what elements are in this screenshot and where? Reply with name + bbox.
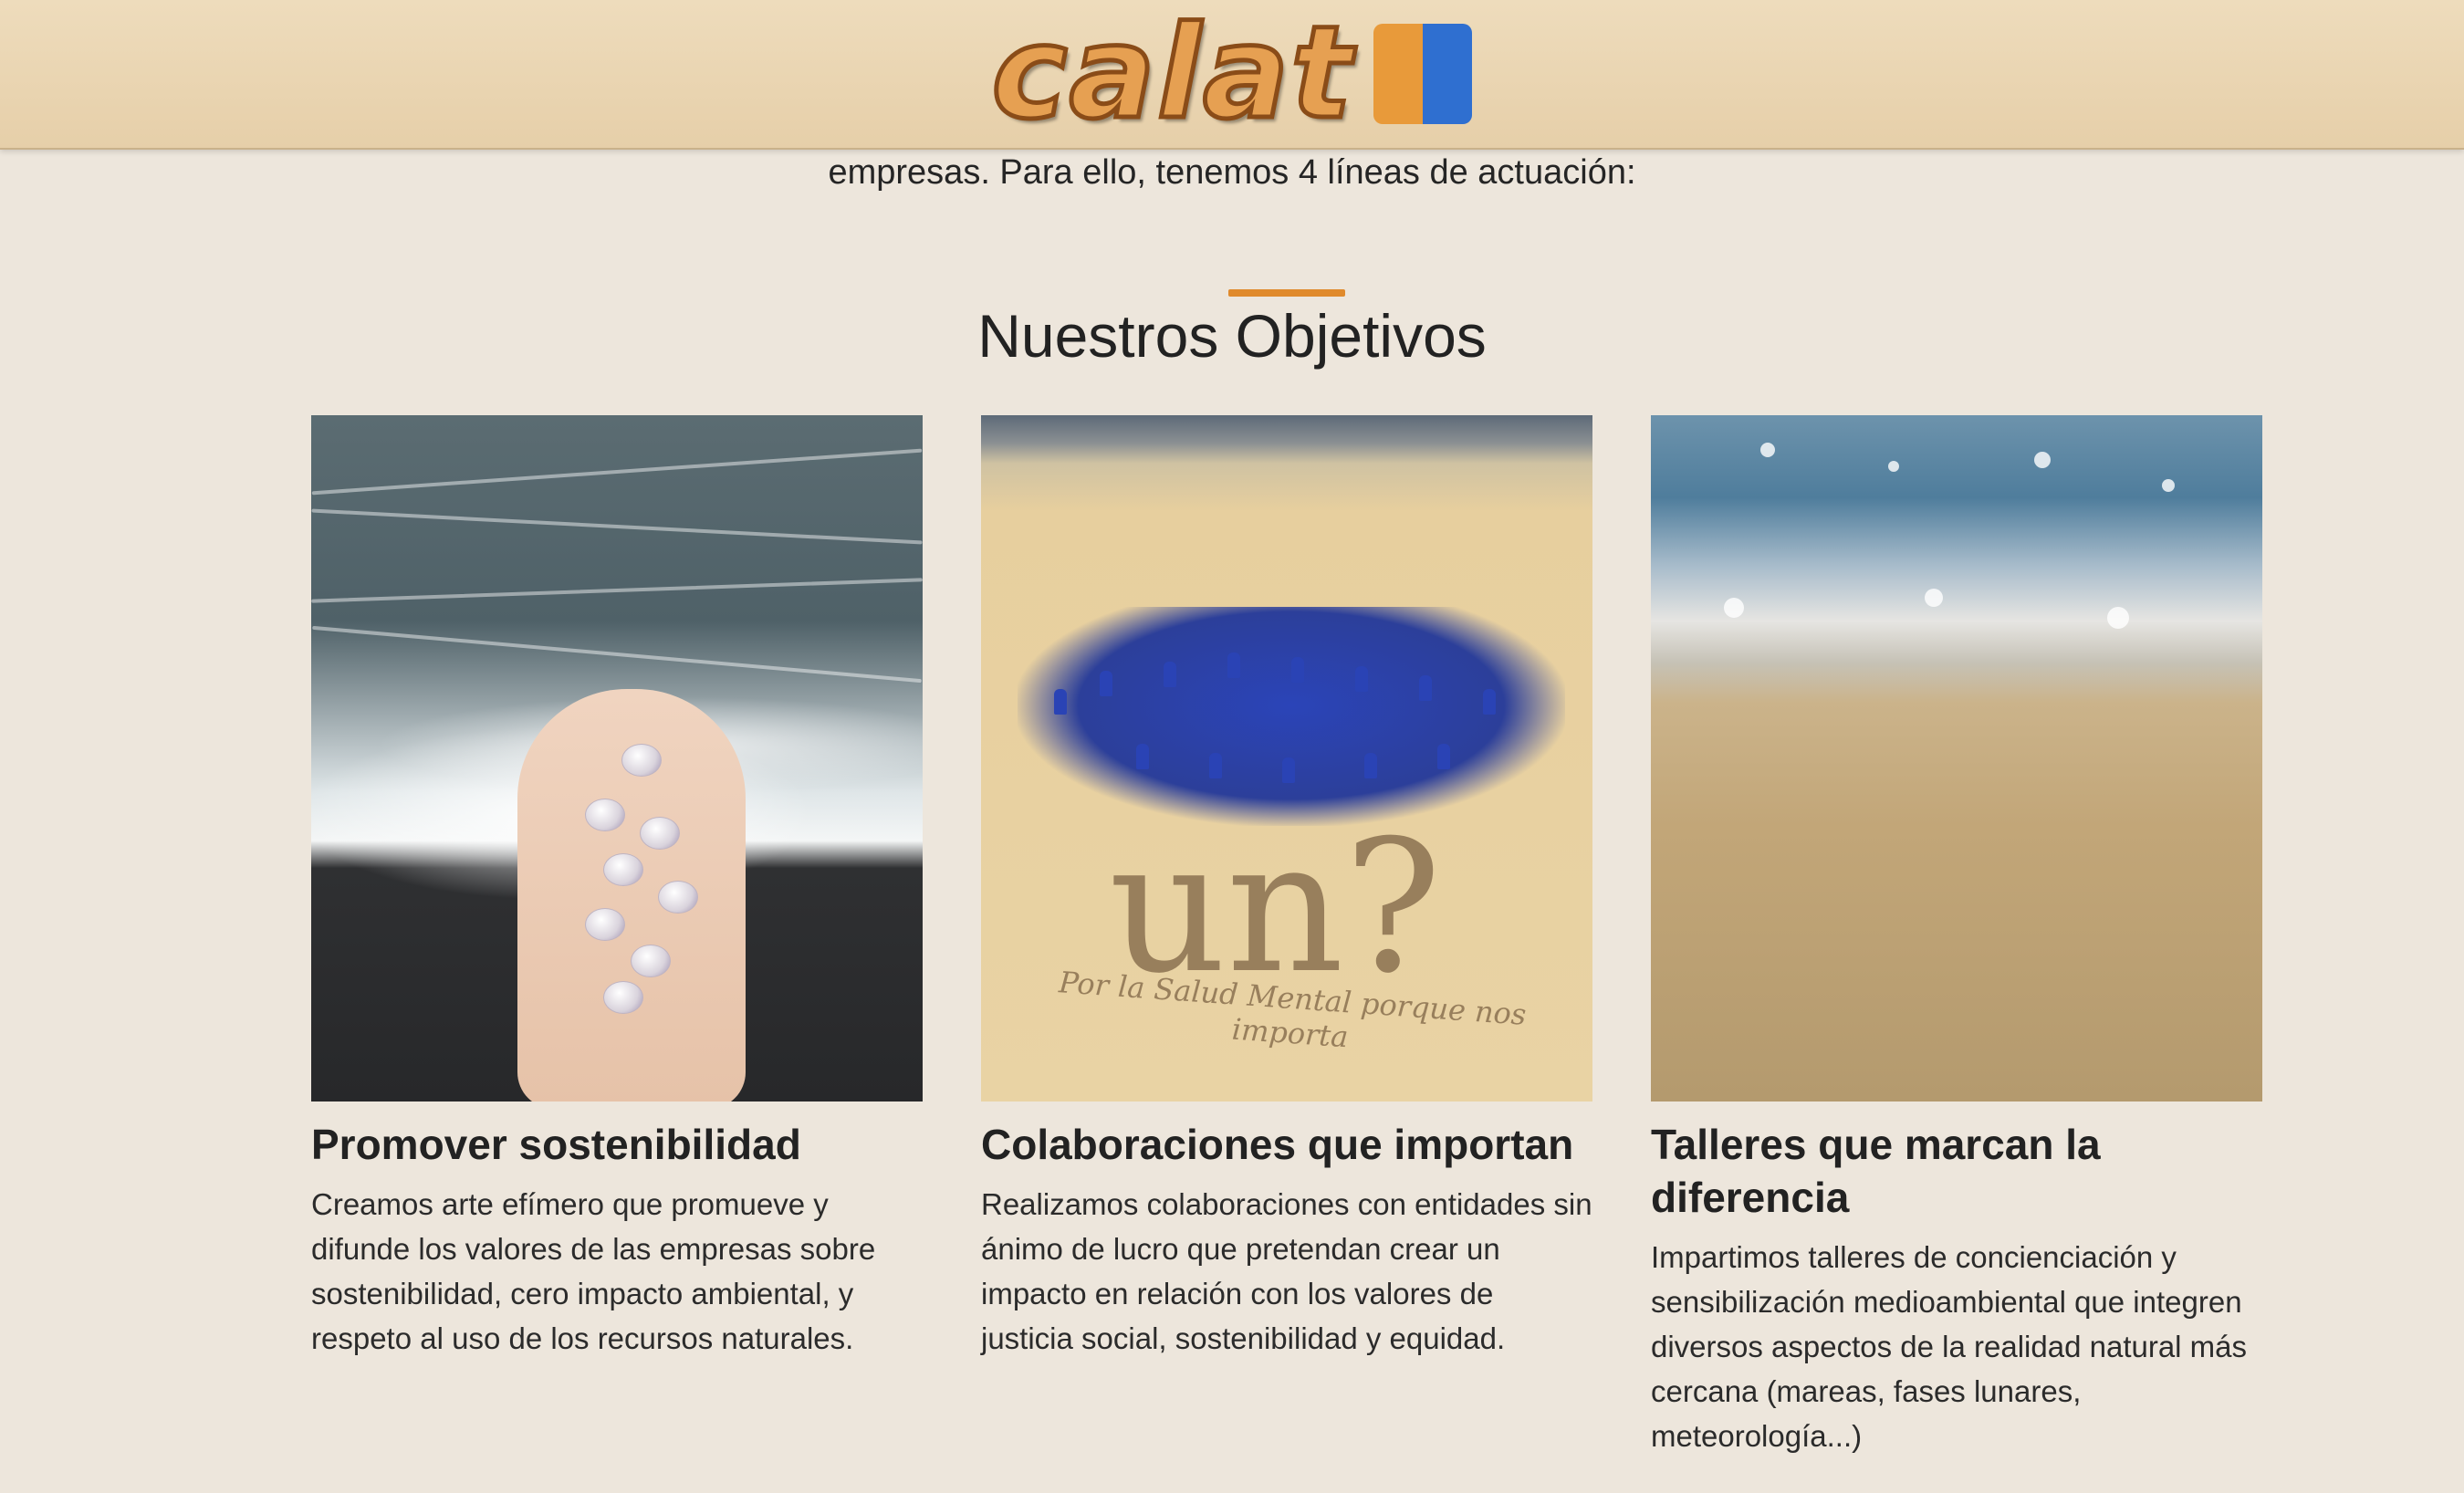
logo-mark-icon	[1373, 24, 1473, 124]
objective-card-colaboraciones: un? Por la Salud Mental porque nos impor…	[981, 415, 1592, 1361]
hand-holding-shells-image	[311, 415, 923, 1101]
section-title: Nuestros Objetivos	[977, 302, 1487, 370]
card-title: Colaboraciones que importan	[981, 1121, 1574, 1168]
intro-text: empresas. Para ello, tenemos 4 líneas de…	[828, 153, 1636, 192]
objective-card-talleres: Talleres que marcan la diferencia Impart…	[1651, 415, 2262, 1458]
crowd-shape	[1018, 607, 1565, 826]
sand-and-sea-image	[1651, 415, 2262, 1101]
card-title: Talleres que marcan la diferencia	[1651, 1121, 2101, 1221]
card-description: Realizamos colaboraciones con entidades …	[981, 1187, 1592, 1355]
card-description: Impartimos talleres de concienciación y …	[1651, 1240, 2248, 1453]
section-accent-bar	[1228, 289, 1345, 297]
objective-card-sostenibilidad: Promover sostenibilidad Creamos arte efí…	[311, 415, 923, 1361]
card-title: Promover sostenibilidad	[311, 1121, 801, 1168]
site-logo[interactable]: calat	[989, 0, 1473, 148]
group-photo-on-beach-image: un? Por la Salud Mental porque nos impor…	[981, 415, 1592, 1101]
logo-wordmark: calat	[989, 0, 1354, 148]
site-header: calat	[0, 0, 2464, 150]
card-description: Creamos arte efímero que promueve y difu…	[311, 1187, 876, 1355]
